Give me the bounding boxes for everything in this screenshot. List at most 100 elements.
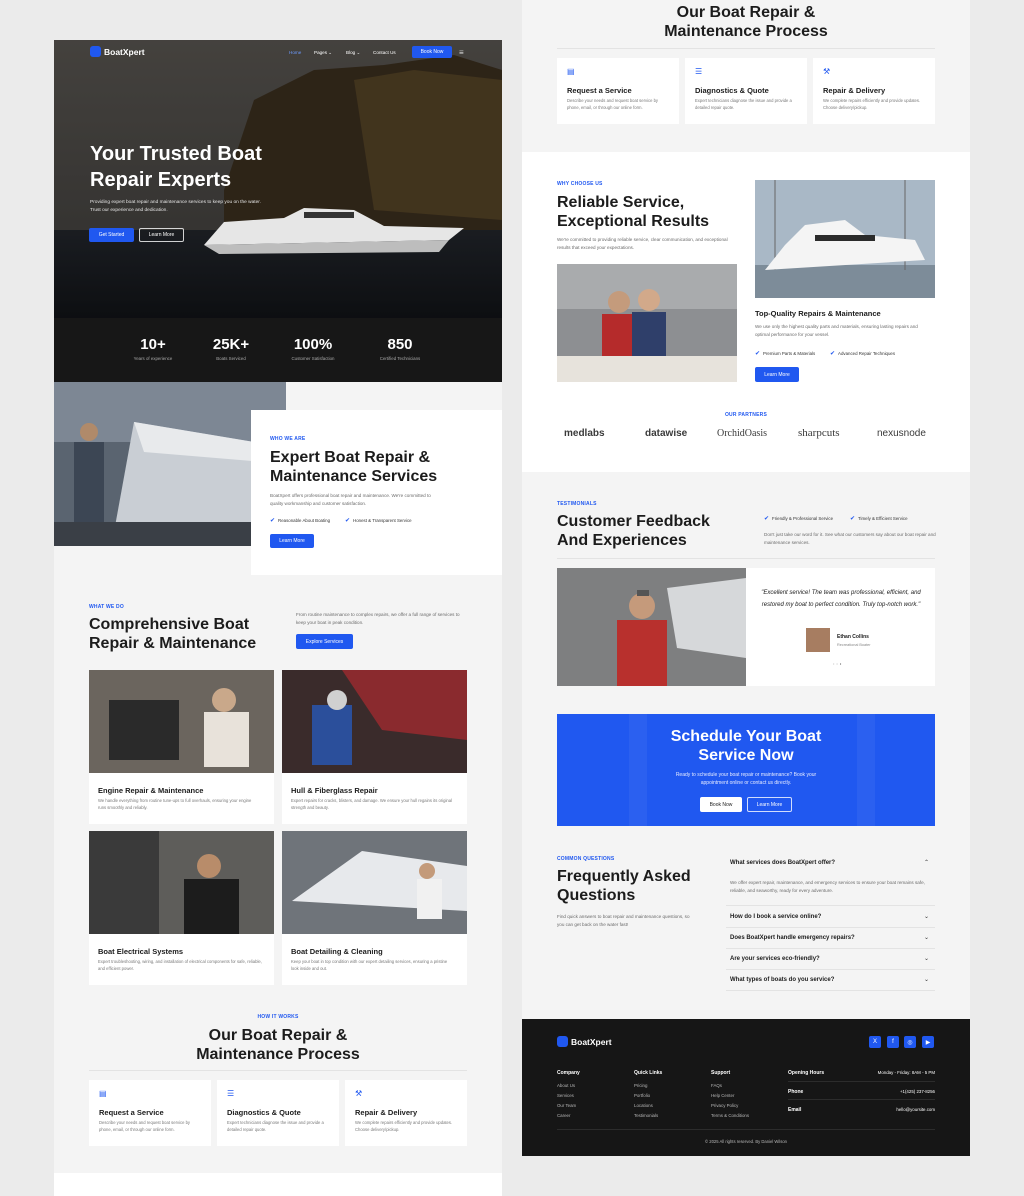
divider — [788, 1081, 935, 1082]
service-image — [282, 670, 467, 773]
nav-blog[interactable]: Blog ⌄ — [346, 50, 360, 56]
stat-item: 10+ Years of experience — [133, 336, 173, 361]
testimonial-quote: "Excellent service! The team was profess… — [761, 590, 921, 608]
nav-pages[interactable]: Pages ⌄ — [314, 50, 332, 56]
footer-link[interactable]: Portfolio — [634, 1093, 650, 1098]
menu-icon[interactable]: ≡ — [459, 48, 464, 57]
check-icon: ✔ — [270, 518, 276, 524]
process-step: ▤ Request a Service Describe your needs … — [557, 58, 679, 124]
step-title: Repair & Delivery — [823, 86, 886, 95]
testimonial-card: "Excellent service! The team was profess… — [746, 568, 935, 686]
footer-link[interactable]: FAQs — [711, 1083, 722, 1088]
cta-learn-more-button[interactable]: Learn More — [747, 797, 792, 812]
partner-logo: sharpcuts — [798, 427, 840, 439]
nav-home[interactable]: Home — [289, 50, 301, 55]
about-card: WHO WE ARE Expert Boat Repair & Maintena… — [251, 410, 502, 575]
email-value[interactable]: hello@yoursite.com — [822, 1107, 935, 1112]
step-title: Diagnostics & Quote — [227, 1108, 301, 1117]
hero-subtitle: Providing expert boat repair and mainten… — [90, 200, 261, 213]
step-desc: We complete repairs efficiently and prov… — [355, 1120, 453, 1132]
faq-question[interactable]: Does BoatXpert handle emergency repairs? — [730, 935, 855, 941]
brand-name: BoatXpert — [571, 1036, 612, 1047]
why-eyebrow: WHY CHOOSE US — [557, 181, 603, 187]
footer-link[interactable]: Help Center — [711, 1093, 734, 1098]
hero-title: Your Trusted Boat Repair Experts — [90, 143, 262, 191]
footer-link[interactable]: Terms & Conditions — [711, 1113, 749, 1118]
why-learn-more-button[interactable]: Learn More — [755, 367, 799, 382]
footer-link[interactable]: Testimonials — [634, 1113, 658, 1118]
partner-logo: datawise — [645, 428, 688, 439]
yacht-image — [755, 180, 935, 298]
footer-link[interactable]: Career — [557, 1113, 570, 1118]
footer-link[interactable]: Our Team — [557, 1103, 576, 1108]
youtube-icon[interactable]: ▶ — [922, 1036, 934, 1048]
x-icon[interactable]: X — [869, 1036, 881, 1048]
footer-link[interactable]: Privacy Policy — [711, 1103, 738, 1108]
service-card[interactable]: Engine Repair & Maintenance We handle ev… — [89, 670, 274, 824]
email-label: Email — [788, 1107, 802, 1113]
chevron-down-icon[interactable]: ⌄ — [924, 913, 929, 920]
process-title: Our Boat Repair & Maintenance Process — [196, 1027, 360, 1063]
divider — [89, 1070, 467, 1071]
faq-question[interactable]: What types of boats do you service? — [730, 977, 834, 983]
chevron-up-icon[interactable]: ⌃ — [924, 859, 929, 866]
chevron-down-icon[interactable]: ⌄ — [924, 934, 929, 941]
page-column-left: BoatXpert Home Pages ⌄ Blog ⌄ Contact Us… — [54, 40, 502, 1196]
divider — [726, 990, 935, 991]
testimonial-point: ✔ Friendly & Professional Service — [764, 516, 834, 522]
cta-text: Ready to schedule your boat repair or ma… — [675, 772, 817, 786]
faq-answer: We offer expert repair, maintenance, and… — [730, 880, 925, 893]
hero-section: BoatXpert Home Pages ⌄ Blog ⌄ Contact Us… — [54, 40, 502, 382]
chevron-down-icon[interactable]: ⌄ — [924, 976, 929, 983]
service-image — [89, 670, 274, 773]
faq-title: Frequently Asked Questions — [557, 868, 691, 904]
service-image — [89, 831, 274, 934]
nav-contact[interactable]: Contact Us — [373, 50, 396, 55]
testimonial-image — [557, 568, 746, 686]
process-step: ⚒ Repair & Delivery We complete repairs … — [345, 1080, 467, 1146]
cta-book-now-button[interactable]: Book Now — [700, 797, 742, 812]
chevron-down-icon[interactable]: ⌄ — [924, 955, 929, 962]
carousel-dots[interactable]: ••• — [833, 661, 843, 666]
faq-question[interactable]: What services does BoatXpert offer? — [730, 860, 835, 866]
service-card[interactable]: Hull & Fiberglass Repair Expert repairs … — [282, 670, 467, 824]
step-title: Repair & Delivery — [355, 1108, 418, 1117]
faq-question[interactable]: How do I book a service online? — [730, 914, 821, 920]
logo[interactable]: BoatXpert — [90, 46, 145, 57]
footer-link[interactable]: Pricing — [634, 1083, 647, 1088]
hours-value: Monday - Friday: 8AM - 5 PM — [877, 1070, 935, 1075]
instagram-icon[interactable]: ◎ — [904, 1036, 916, 1048]
partner-logo: nexusnode — [877, 428, 926, 439]
phone-value[interactable]: +1(425) 237-8256 — [822, 1089, 935, 1094]
hero-learn-more-button[interactable]: Learn More — [139, 228, 184, 242]
about-eyebrow: WHO WE ARE — [270, 436, 306, 442]
cta-banner: Schedule Your Boat Service Now Ready to … — [557, 714, 935, 826]
services-title: Comprehensive Boat Repair & Maintenance — [89, 616, 257, 652]
service-card[interactable]: Boat Detailing & Cleaning Keep your boat… — [282, 831, 467, 985]
process-step: ▤ Request a Service Describe your needs … — [89, 1080, 211, 1146]
about-learn-more-button[interactable]: Learn More — [270, 534, 314, 548]
service-card[interactable]: Boat Electrical Systems Expert troublesh… — [89, 831, 274, 985]
footer-link[interactable]: Locations — [634, 1103, 653, 1108]
brand-name: BoatXpert — [104, 46, 145, 57]
footer-link[interactable]: About Us — [557, 1083, 575, 1088]
check-icon: ✔ — [850, 516, 856, 522]
testimonials-title: Customer Feedback And Experiences — [557, 513, 710, 549]
service-title: Boat Electrical Systems — [98, 947, 184, 956]
process-eyebrow: HOW IT WORKS — [257, 1014, 299, 1020]
book-now-button[interactable]: Book Now — [412, 46, 452, 58]
faq-question[interactable]: Are your services eco-friendly? — [730, 956, 820, 962]
why-point: ✔ Advanced Repair Techniques — [830, 351, 896, 357]
partners-eyebrow: OUR PARTNERS — [724, 412, 768, 418]
divider — [557, 1129, 935, 1130]
explore-services-button[interactable]: Explore Services — [296, 634, 353, 649]
facebook-icon[interactable]: f — [887, 1036, 899, 1048]
footer-link[interactable]: Services — [557, 1093, 574, 1098]
service-desc: We handle everything from routine tune-u… — [98, 798, 252, 810]
workers-image — [557, 264, 737, 382]
services-text: From routine maintenance to complex repa… — [296, 612, 460, 625]
service-desc: Expert troubleshooting, wiring, and inst… — [98, 959, 262, 971]
get-started-button[interactable]: Get Started — [89, 228, 134, 242]
author-name: Ethan Collins — [837, 634, 869, 640]
footer-logo[interactable]: BoatXpert — [557, 1036, 612, 1047]
